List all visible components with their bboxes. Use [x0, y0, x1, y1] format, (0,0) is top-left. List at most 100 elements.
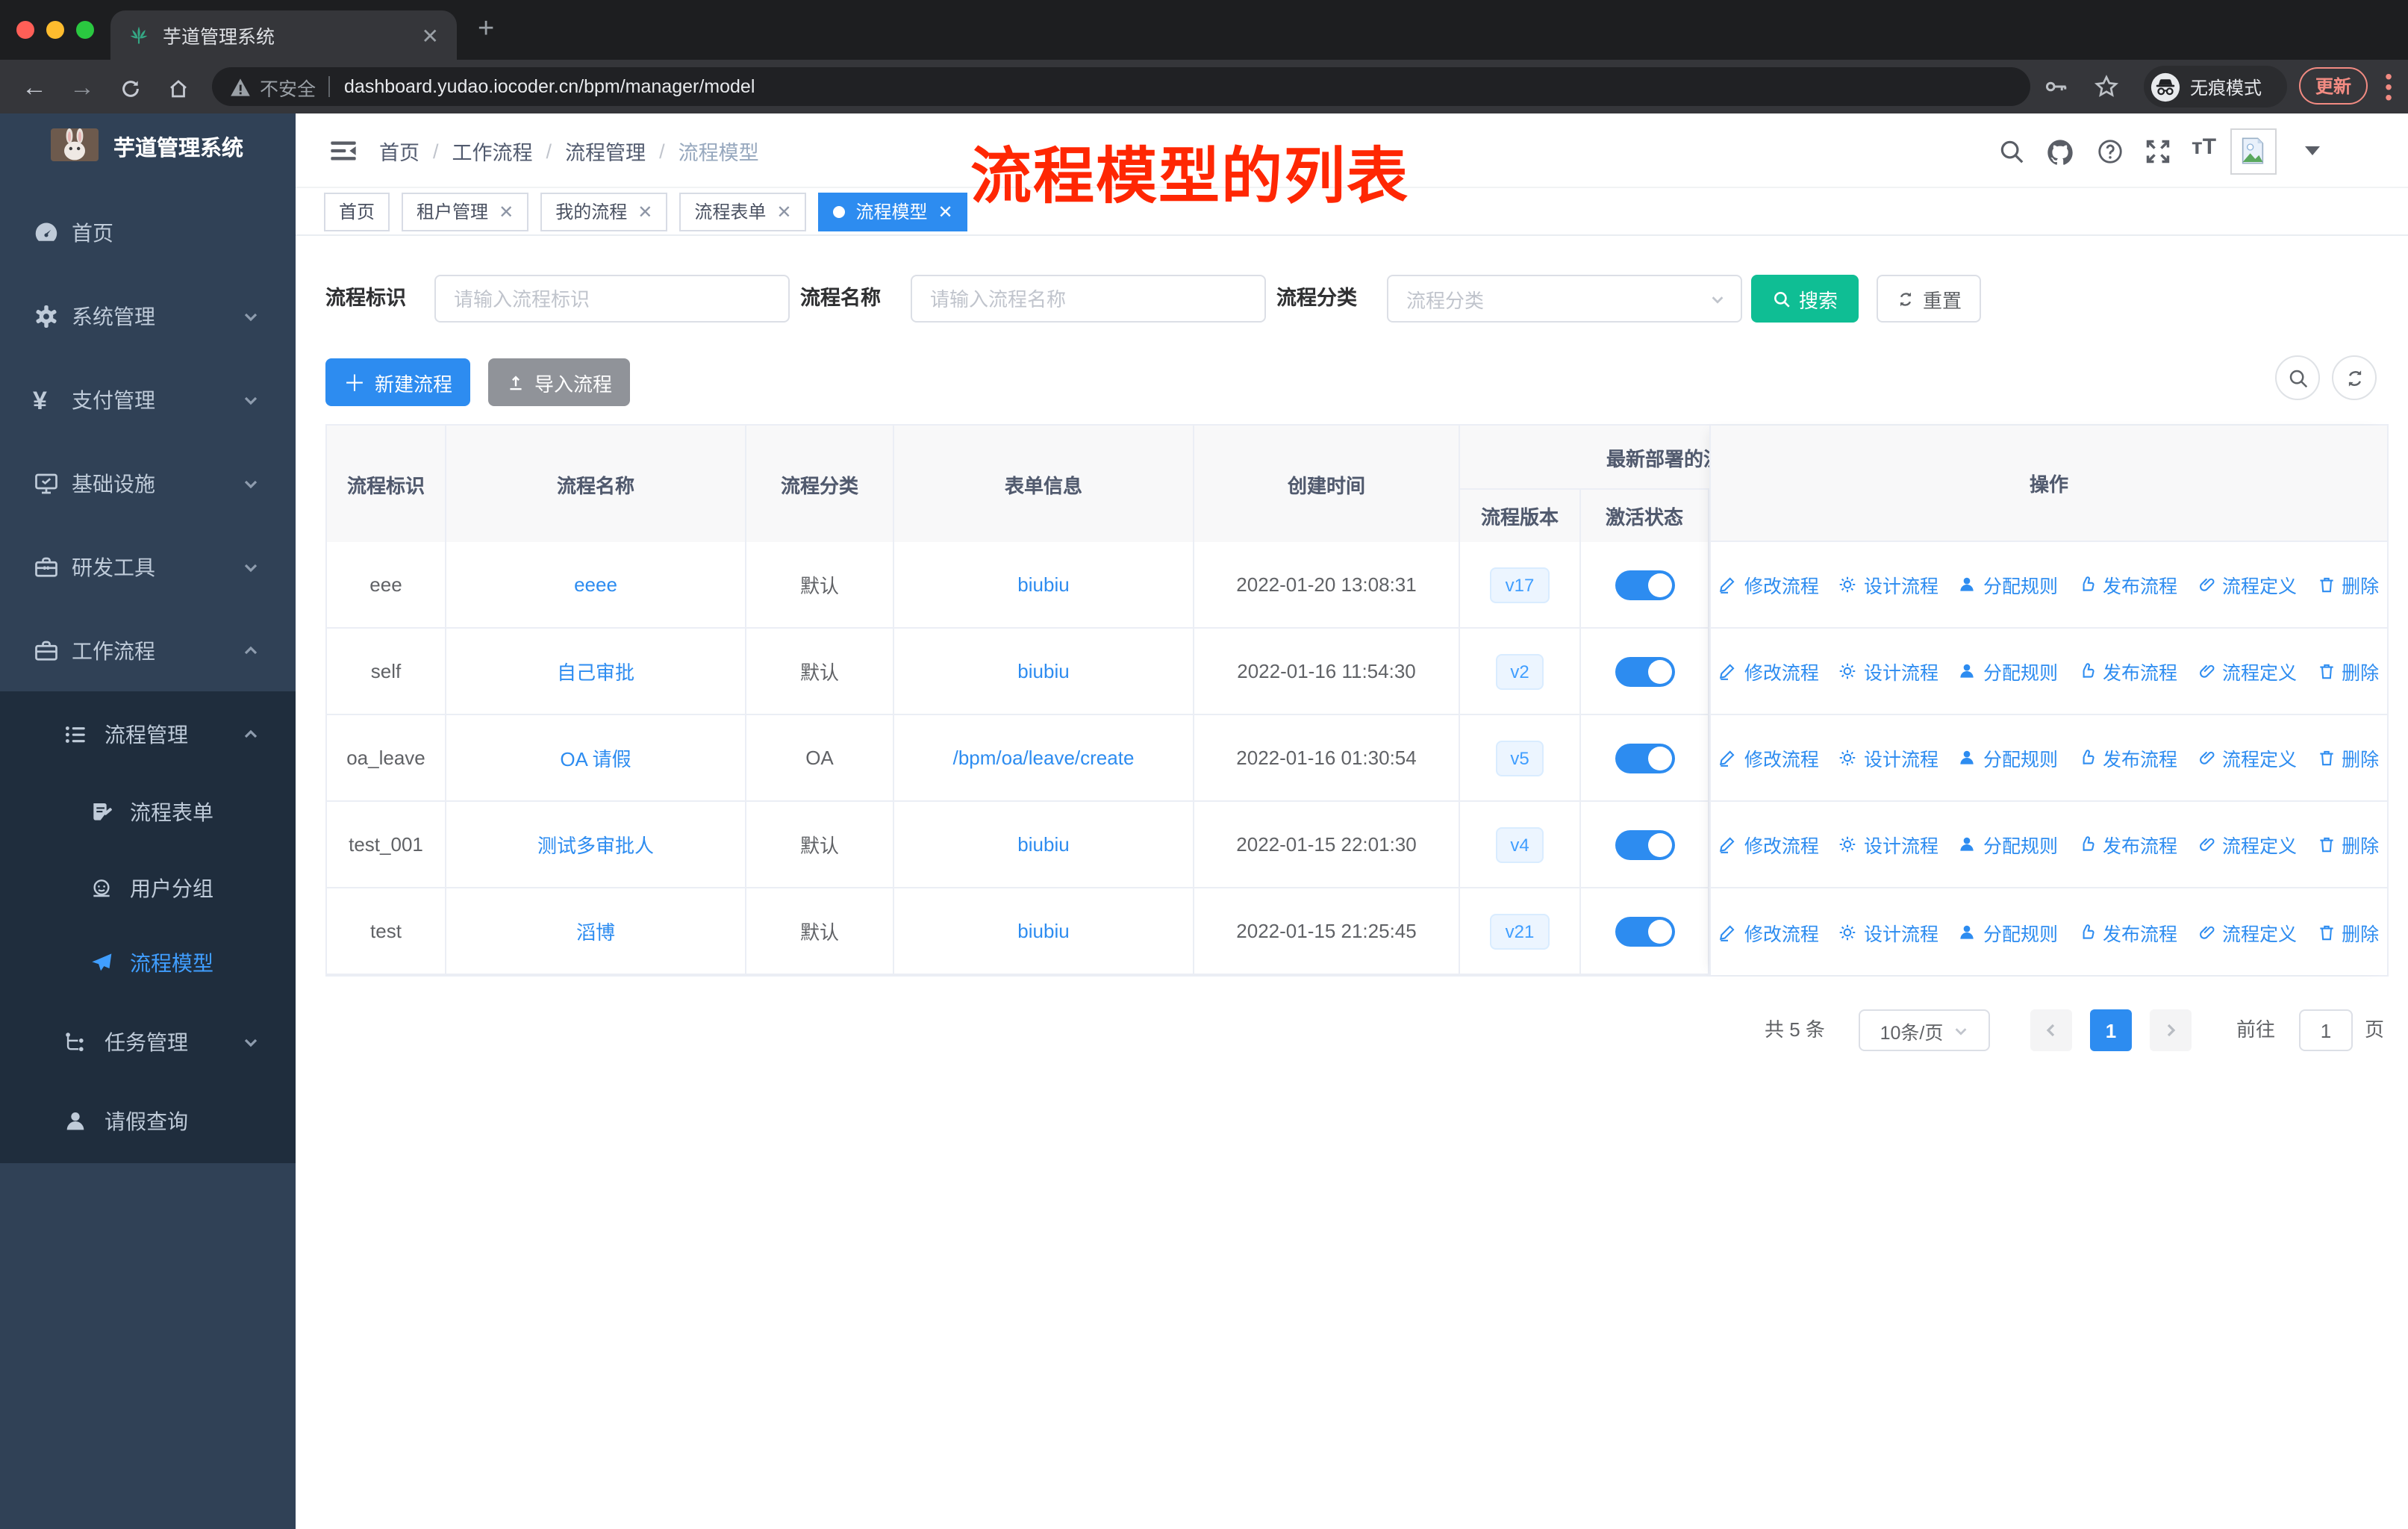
design-process-link[interactable]: 设计流程: [1838, 657, 1938, 685]
delete-link[interactable]: 删除: [2316, 657, 2379, 685]
close-tag-icon[interactable]: ✕: [499, 201, 514, 222]
active-toggle[interactable]: [1615, 743, 1674, 773]
bookmark-star-icon[interactable]: [2093, 73, 2120, 100]
security-label[interactable]: 不安全: [260, 72, 316, 101]
page-size-select[interactable]: 10条/页: [1859, 1009, 1990, 1051]
tag-process-form[interactable]: 流程表单 ✕: [679, 192, 807, 231]
publish-process-link[interactable]: 发布流程: [2077, 918, 2177, 946]
window-close-button[interactable]: [16, 21, 34, 39]
assign-rule-link[interactable]: 分配规则: [1958, 830, 2058, 859]
active-toggle[interactable]: [1615, 570, 1674, 600]
publish-process-link[interactable]: 发布流程: [2077, 744, 2177, 772]
assign-rule-link[interactable]: 分配规则: [1958, 657, 2058, 685]
window-minimize-button[interactable]: [46, 21, 64, 39]
breadcrumb-home[interactable]: 首页: [379, 136, 419, 166]
cell-form-link[interactable]: biubiu: [894, 629, 1194, 715]
cell-form-link[interactable]: biubiu: [894, 802, 1194, 888]
assign-rule-link[interactable]: 分配规则: [1958, 570, 2058, 599]
version-tag[interactable]: v2: [1495, 653, 1544, 689]
design-process-link[interactable]: 设计流程: [1838, 918, 1938, 946]
search-icon[interactable]: [1997, 137, 2026, 166]
breadcrumb-workflow[interactable]: 工作流程: [452, 136, 533, 166]
sidebar-item-home[interactable]: 首页: [0, 191, 296, 275]
assign-rule-link[interactable]: 分配规则: [1958, 918, 2058, 946]
publish-process-link[interactable]: 发布流程: [2077, 657, 2177, 685]
avatar[interactable]: [2230, 128, 2277, 175]
publish-process-link[interactable]: 发布流程: [2077, 830, 2177, 859]
back-icon[interactable]: ←: [18, 72, 51, 105]
design-process-link[interactable]: 设计流程: [1838, 570, 1938, 599]
publish-process-link[interactable]: 发布流程: [2077, 570, 2177, 599]
active-toggle[interactable]: [1615, 916, 1674, 946]
prev-page-button[interactable]: [2030, 1009, 2072, 1051]
modify-process-link[interactable]: 修改流程: [1719, 570, 1819, 599]
hamburger-icon[interactable]: [328, 136, 358, 166]
design-process-link[interactable]: 设计流程: [1838, 830, 1938, 859]
cell-process-name-link[interactable]: 自己审批: [446, 629, 746, 715]
cell-process-name-link[interactable]: 测试多审批人: [446, 802, 746, 888]
cell-process-name-link[interactable]: 滔博: [446, 888, 746, 975]
sidebar-item-process-management[interactable]: 流程管理: [0, 697, 296, 772]
process-name-input[interactable]: [911, 275, 1266, 323]
sidebar-item-workflow[interactable]: 工作流程: [0, 609, 296, 693]
sidebar-item-leave-query[interactable]: 请假查询: [0, 1084, 296, 1159]
breadcrumb-process-management[interactable]: 流程管理: [565, 136, 646, 166]
delete-link[interactable]: 删除: [2316, 830, 2379, 859]
process-definition-link[interactable]: 流程定义: [2197, 570, 2297, 599]
fullscreen-icon[interactable]: [2144, 137, 2172, 166]
url-text[interactable]: dashboard.yudao.iocoder.cn/bpm/manager/m…: [344, 76, 755, 97]
search-button[interactable]: 搜索: [1751, 275, 1859, 323]
sidebar-item-process-form[interactable]: 流程表单: [0, 775, 296, 850]
refresh-table-button[interactable]: [2332, 355, 2377, 400]
cell-form-link[interactable]: biubiu: [894, 542, 1194, 629]
process-definition-link[interactable]: 流程定义: [2197, 744, 2297, 772]
tag-home[interactable]: 首页: [324, 192, 390, 231]
chrome-update-button[interactable]: 更新: [2299, 67, 2368, 105]
delete-link[interactable]: 删除: [2316, 570, 2379, 599]
cell-process-name-link[interactable]: eeee: [446, 542, 746, 629]
close-tag-icon[interactable]: ✕: [776, 201, 791, 222]
toggle-search-button[interactable]: [2275, 355, 2320, 400]
cell-form-link[interactable]: /bpm/oa/leave/create: [894, 715, 1194, 802]
modify-process-link[interactable]: 修改流程: [1719, 657, 1819, 685]
assign-rule-link[interactable]: 分配规则: [1958, 744, 2058, 772]
logo-row[interactable]: 芋道管理系统: [0, 113, 296, 176]
font-size-icon[interactable]: ᴛT: [2192, 134, 2216, 160]
sidebar-item-user-group[interactable]: 用户分组: [0, 851, 296, 926]
modify-process-link[interactable]: 修改流程: [1719, 918, 1819, 946]
sidebar-item-task-management[interactable]: 任务管理: [0, 1005, 296, 1080]
new-tab-button[interactable]: +: [478, 13, 494, 46]
active-toggle[interactable]: [1615, 829, 1674, 859]
close-tag-icon[interactable]: ✕: [938, 201, 953, 222]
version-tag[interactable]: v21: [1490, 913, 1550, 949]
import-process-button[interactable]: 导入流程: [488, 358, 630, 406]
process-definition-link[interactable]: 流程定义: [2197, 830, 2297, 859]
address-bar[interactable]: 不安全 dashboard.yudao.iocoder.cn/bpm/manag…: [212, 67, 2030, 106]
process-definition-link[interactable]: 流程定义: [2197, 918, 2297, 946]
key-icon[interactable]: [2042, 73, 2069, 100]
sidebar-item-process-model[interactable]: 流程模型: [0, 926, 296, 1000]
process-definition-link[interactable]: 流程定义: [2197, 657, 2297, 685]
sidebar-item-devtools[interactable]: 研发工具: [0, 526, 296, 609]
github-icon[interactable]: [2045, 137, 2074, 166]
help-icon[interactable]: [2096, 137, 2124, 166]
home-icon[interactable]: [161, 72, 194, 105]
version-tag[interactable]: v4: [1495, 826, 1544, 862]
modify-process-link[interactable]: 修改流程: [1719, 830, 1819, 859]
tag-tenant[interactable]: 租户管理 ✕: [402, 192, 529, 231]
caret-down-icon[interactable]: [2305, 146, 2320, 155]
tag-my-process[interactable]: 我的流程 ✕: [540, 192, 668, 231]
window-zoom-button[interactable]: [76, 21, 94, 39]
delete-link[interactable]: 删除: [2316, 918, 2379, 946]
design-process-link[interactable]: 设计流程: [1838, 744, 1938, 772]
cell-form-link[interactable]: biubiu: [894, 888, 1194, 975]
sidebar-item-system[interactable]: 系统管理: [0, 275, 296, 358]
sidebar-item-infrastructure[interactable]: 基础设施: [0, 442, 296, 526]
reset-button[interactable]: 重置: [1877, 275, 1981, 323]
current-page-button[interactable]: 1: [2090, 1009, 2132, 1051]
create-process-button[interactable]: ＋ 新建流程: [325, 358, 470, 406]
forward-icon[interactable]: →: [66, 72, 99, 105]
next-page-button[interactable]: [2150, 1009, 2192, 1051]
close-tag-icon[interactable]: ✕: [637, 201, 652, 222]
sidebar-item-payment[interactable]: ¥ 支付管理: [0, 358, 296, 442]
